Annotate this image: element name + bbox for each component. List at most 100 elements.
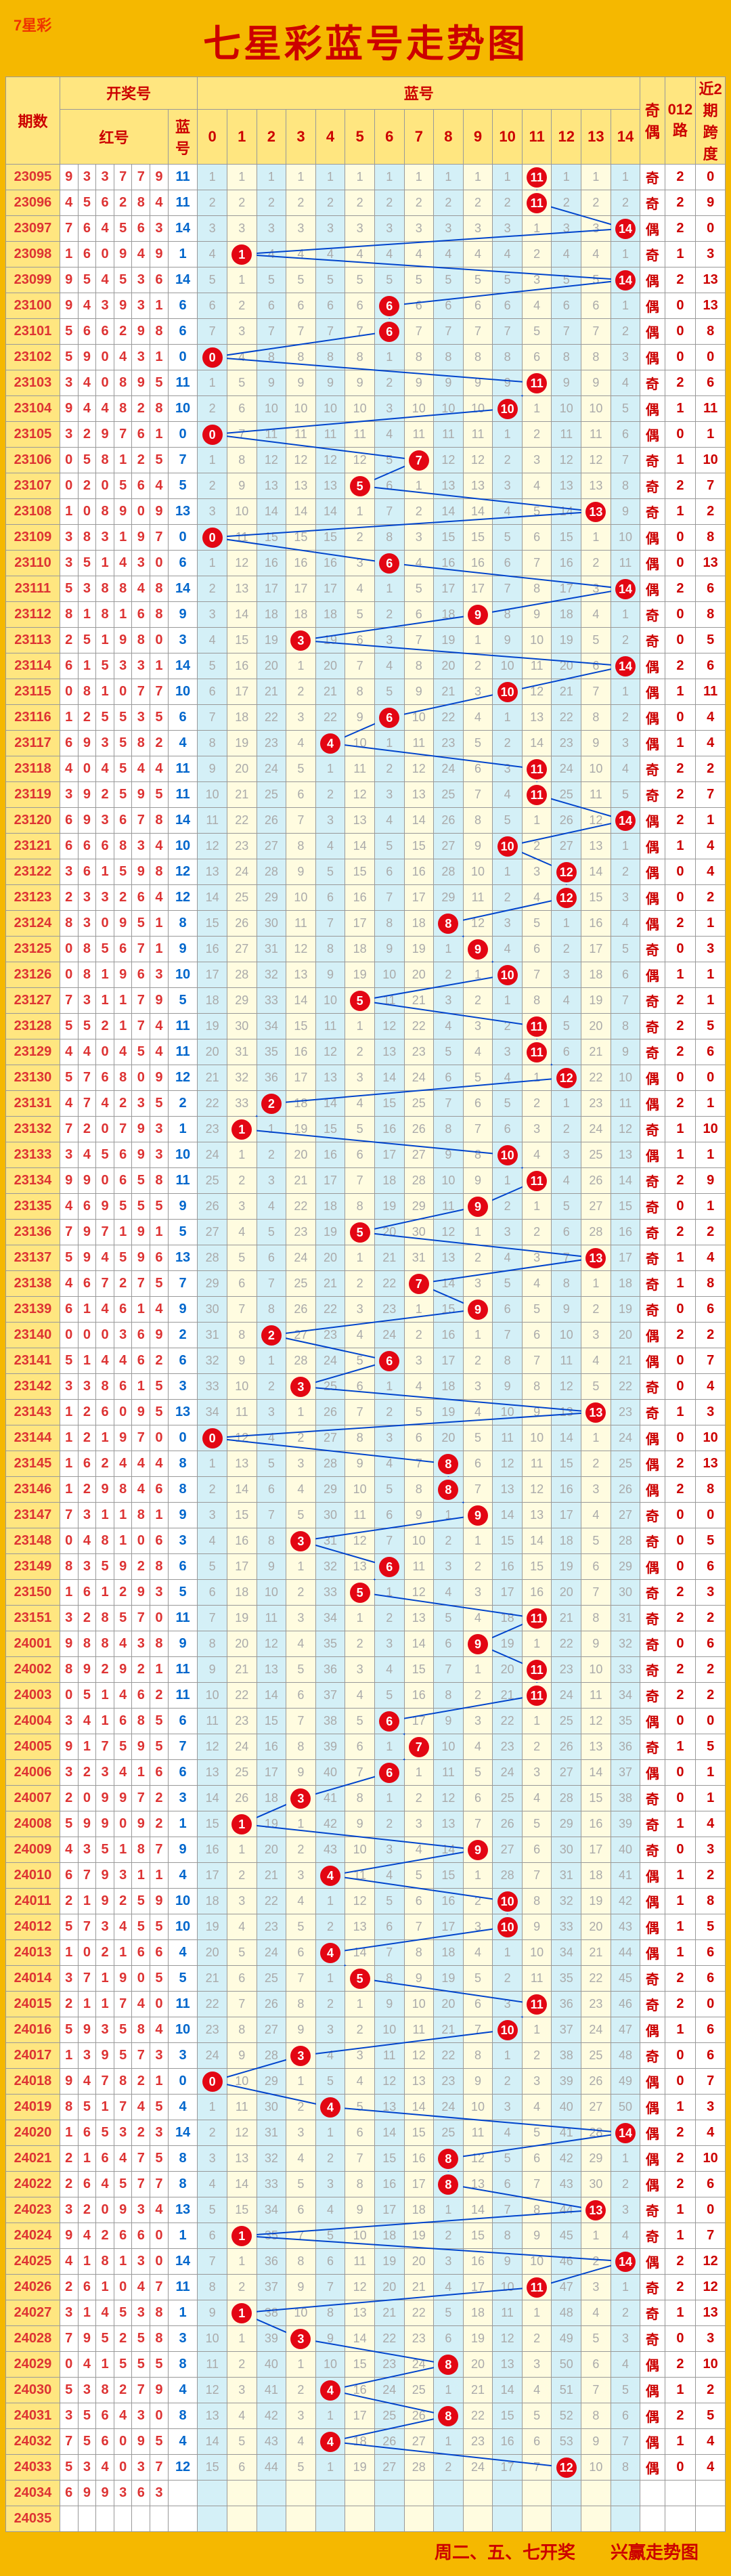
red-digit: 8 [114,2069,132,2095]
blue-digit: 9 [168,602,198,628]
trend-cell: 4 [493,1245,523,1271]
table-row: 231128181689314181818526189891841奇08 [6,602,726,628]
issue-cell: 23141 [6,1348,60,1374]
table-row: 231009439316626666666664661偶013 [6,293,726,319]
red-digit: 5 [150,1091,169,1117]
trend-cell: 7 [315,319,345,345]
trend-cell: 1 [227,267,257,293]
trend-cell: 29 [611,1554,640,1580]
trend-cell: 3 [463,1709,493,1734]
trend-cell: 8 [315,345,345,370]
red-digit: 6 [60,653,78,679]
red-digit: 7 [132,808,150,834]
red-digit: 9 [132,1142,150,1168]
trend-cell: 6 [404,602,434,628]
table-row: 23110351430611216161636416166716211偶013 [6,551,726,576]
red-digit: 6 [60,834,78,859]
trend-cell: 24 [463,2455,493,2481]
red-digit: 6 [78,2275,96,2300]
trend-cell: 16 [227,1528,257,1554]
trend-cell: 14 [198,1786,227,1811]
trend-cell: 9 [404,1503,434,1528]
trend-cell: 10 [493,1142,523,1168]
trend-cell: 2 [463,653,493,679]
red-digit: 1 [96,1503,114,1528]
red-digit: 5 [114,2017,132,2043]
trend-cell: 1 [522,216,552,242]
red-digit: 5 [114,1606,132,1631]
qiou-cell: 偶 [640,551,665,576]
trend-cell: 28 [434,859,464,885]
trend-cell: 2 [286,679,316,705]
trend-cell: 11 [345,1863,375,1889]
trend-cell: 15 [493,1528,523,1554]
r012-cell: 2 [665,1039,696,1065]
trend-cell: 37 [315,1683,345,1709]
trend-cell: 5 [463,731,493,756]
kua-cell: 0 [696,2197,726,2223]
blue-digit: 2 [168,1323,198,1348]
issue-cell: 23128 [6,1014,60,1039]
trend-cell: 32 [257,962,286,988]
issue-cell: 23102 [6,345,60,370]
trend-cell: 4 [315,834,345,859]
red-digit [114,2506,132,2532]
trend-cell: 20 [257,653,286,679]
trend-cell: 22 [552,1631,581,1657]
r012-cell: 2 [665,1091,696,1117]
trend-cell: 5 [374,1477,404,1503]
trend-cell: 7 [522,2455,552,2481]
trend-cell: 2 [315,1914,345,1940]
qiou-cell: 偶 [640,679,665,705]
trend-cell: 4 [315,2429,345,2455]
trend-cell: 10 [581,756,611,782]
red-digit: 4 [150,1039,169,1065]
trend-cell: 6 [374,1709,404,1734]
red-digit: 6 [132,885,150,911]
trend-cell: 7 [581,679,611,705]
red-digit: 2 [60,885,78,911]
red-digit: 1 [60,242,78,267]
r012-cell: 2 [665,1606,696,1631]
trend-cell: 8 [493,2223,523,2249]
trend-cell: 6 [286,1683,316,1709]
qiou-cell: 奇 [640,602,665,628]
trend-cell: 6 [493,551,523,576]
r012-cell: 0 [665,859,696,885]
red-digit: 9 [114,1554,132,1580]
col-n2: 2 [257,109,286,164]
trend-cell: 27 [404,2429,434,2455]
trend-cell: 28 [286,1348,316,1374]
trend-cell: 12 [493,2326,523,2352]
red-digit: 5 [132,1914,150,1940]
red-digit: 5 [114,267,132,293]
trend-cell: 10 [493,1400,523,1425]
red-digit: 4 [96,2300,114,2326]
blue-digit: 4 [168,2095,198,2120]
issue-cell: 24010 [6,1863,60,1889]
trend-cell: 4 [227,2403,257,2429]
table-row: 231431260951334113126725194109131323奇13 [6,1400,726,1425]
trend-cell: 6 [198,1580,227,1606]
red-digit: 4 [114,2403,132,2429]
trend-cell: 12 [315,448,345,473]
red-digit: 6 [96,834,114,859]
col-n8: 8 [434,109,464,164]
trend-cell: 4 [315,2043,345,2069]
trend-cell: 3 [227,1889,257,1914]
red-digit: 8 [96,576,114,602]
red-digit: 5 [132,1194,150,1220]
red-digit: 3 [78,911,96,937]
red-digit: 5 [78,2095,96,2120]
trend-cell: 17 [463,2275,493,2300]
trend-cell [404,2481,434,2506]
trend-cell: 14 [611,2249,640,2275]
red-digit: 3 [78,885,96,911]
r012-cell: 2 [665,2275,696,2300]
r012-cell: 0 [665,1425,696,1451]
trend-cell: 17 [493,2455,523,2481]
trend-cell: 3 [463,1014,493,1039]
red-digit: 2 [78,1606,96,1631]
trend-cell: 10 [257,1580,286,1606]
trend-cell: 2 [374,190,404,216]
